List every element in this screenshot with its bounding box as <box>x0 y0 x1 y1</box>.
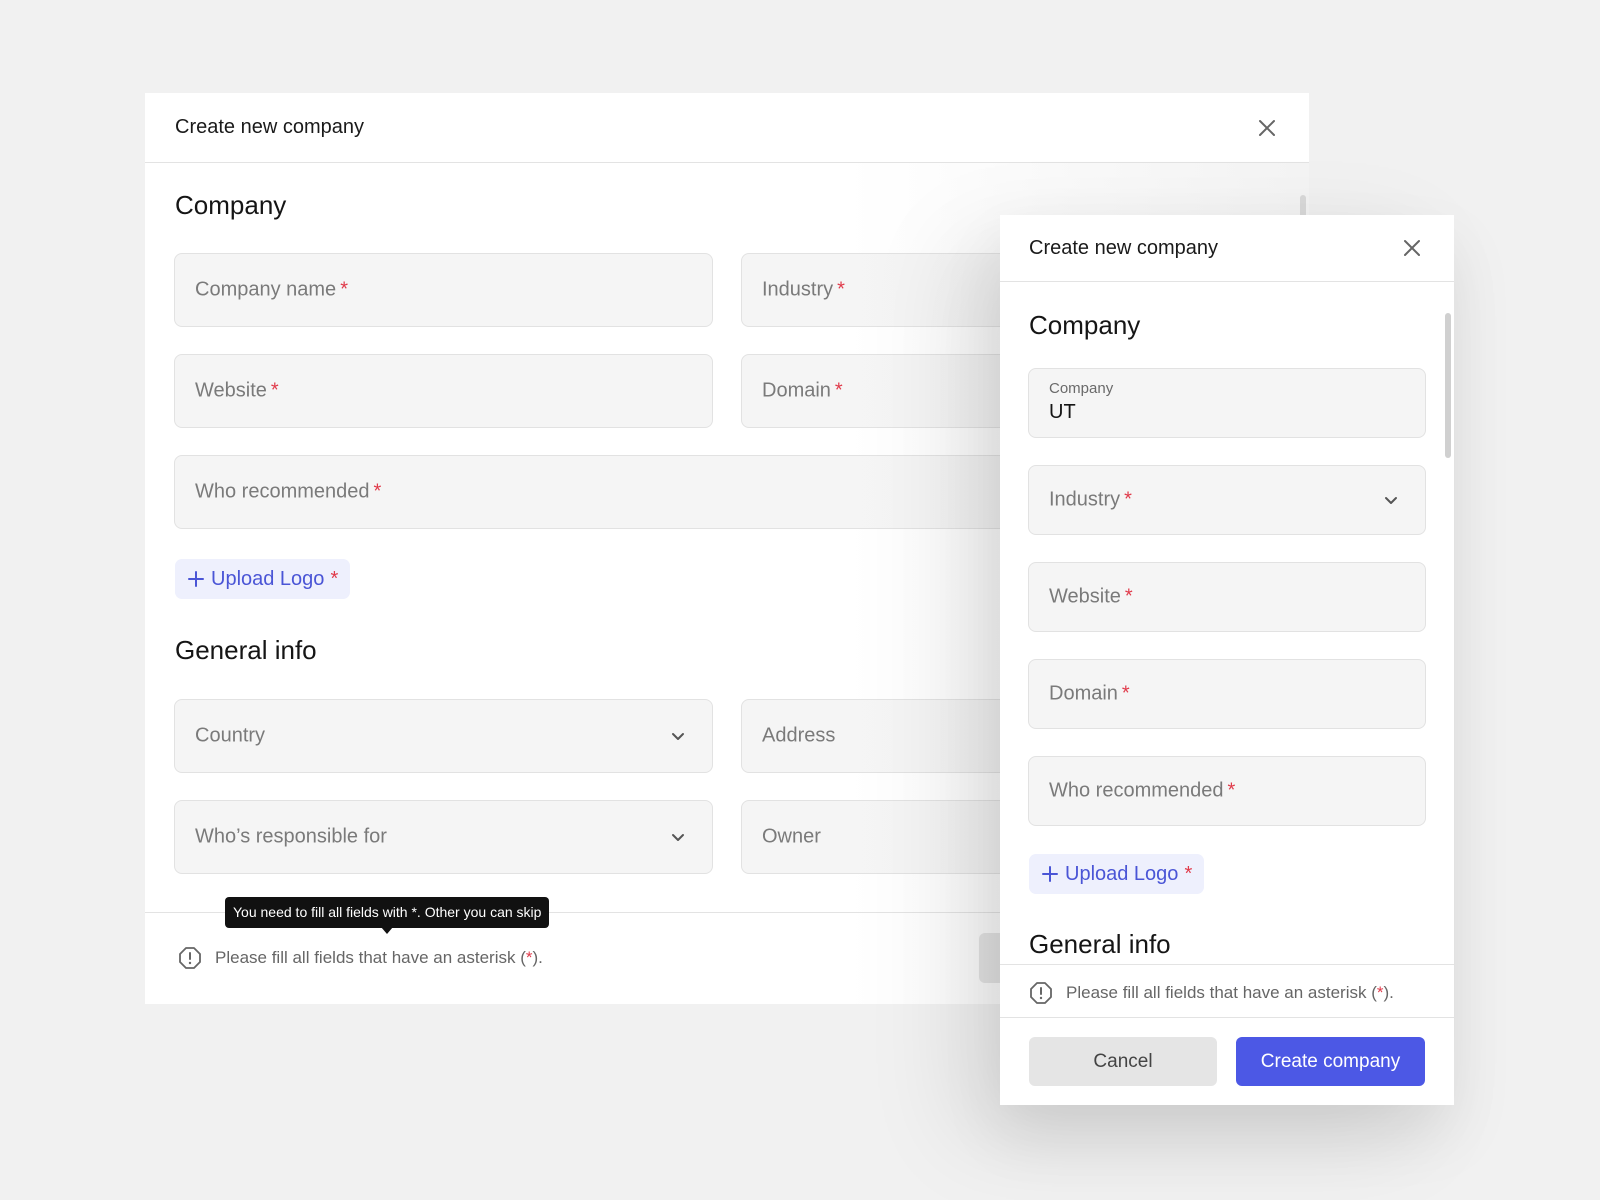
industry-select[interactable]: Industry * <box>1028 465 1426 535</box>
website-placeholder: Website <box>1049 585 1121 608</box>
website-placeholder: Website <box>195 379 267 402</box>
plus-icon <box>187 570 205 588</box>
company-name-placeholder: Company name <box>195 278 337 301</box>
required-asterisk: * <box>1121 682 1130 705</box>
upload-logo-label: Upload Logo <box>1065 862 1179 885</box>
responsible-placeholder: Who’s responsible for <box>195 825 387 848</box>
upload-logo-button[interactable]: Upload Logo * <box>175 559 351 599</box>
address-placeholder: Address <box>762 724 836 747</box>
close-button[interactable] <box>1255 116 1279 140</box>
required-asterisk: * <box>270 379 279 402</box>
footer-divider <box>1000 964 1454 965</box>
required-asterisk: * <box>1124 488 1132 511</box>
domain-input[interactable]: Domain * <box>1028 659 1426 729</box>
create-company-button[interactable]: Create company <box>1236 1037 1425 1086</box>
plus-icon <box>1041 865 1059 883</box>
company-name-input[interactable]: Company UT <box>1028 368 1426 438</box>
cancel-button[interactable]: Cancel <box>1029 1037 1217 1086</box>
who-recommended-placeholder: Who recommended <box>1049 779 1224 802</box>
industry-placeholder: Industry <box>762 278 834 301</box>
section-title-company: Company <box>1029 310 1141 340</box>
country-placeholder: Country <box>195 724 266 747</box>
notice-text: Please fill all fields that have an aste… <box>1066 983 1394 1002</box>
required-fields-notice: Please fill all fields that have an aste… <box>1029 981 1394 1005</box>
domain-placeholder: Domain <box>762 379 831 402</box>
company-field-label: Company <box>1049 380 1114 397</box>
required-asterisk: * <box>1124 585 1133 608</box>
warning-icon <box>1029 981 1053 1005</box>
country-select[interactable]: Country <box>174 699 713 773</box>
notice-text: Please fill all fields that have an aste… <box>215 948 543 967</box>
company-field-value: UT <box>1049 401 1076 423</box>
required-asterisk: * <box>340 278 348 301</box>
chevron-down-icon <box>670 728 686 744</box>
who-recommended-placeholder: Who recommended <box>195 480 370 503</box>
owner-placeholder: Owner <box>762 825 821 848</box>
chevron-down-icon <box>1383 492 1399 508</box>
create-company-modal-compact: Create new company Company Company UT In… <box>1000 215 1454 1105</box>
tooltip-text: You need to fill all fields with *. Othe… <box>233 904 542 920</box>
required-asterisk: * <box>1184 862 1193 885</box>
modal-header: Create new company <box>1000 215 1454 282</box>
upload-logo-label: Upload Logo <box>211 567 325 590</box>
required-asterisk: * <box>373 480 382 503</box>
modal-title: Create new company <box>1029 237 1218 259</box>
required-asterisk: * <box>330 567 339 590</box>
industry-placeholder: Industry <box>1049 488 1121 511</box>
required-fields-notice: Please fill all fields that have an aste… <box>178 946 543 970</box>
warning-icon[interactable] <box>178 946 202 970</box>
section-title-general-info: General info <box>1029 929 1171 959</box>
chevron-down-icon <box>670 829 686 845</box>
website-input[interactable]: Website * <box>174 354 713 428</box>
company-name-input[interactable]: Company name * <box>174 253 713 327</box>
required-asterisk: * <box>1227 779 1236 802</box>
upload-logo-button[interactable]: Upload Logo * <box>1029 854 1205 894</box>
close-icon <box>1404 240 1420 256</box>
scrollbar[interactable] <box>1445 313 1451 458</box>
website-input[interactable]: Website * <box>1028 562 1426 632</box>
tooltip-arrow <box>381 927 394 934</box>
required-asterisk: * <box>834 379 843 402</box>
domain-placeholder: Domain <box>1049 682 1118 705</box>
required-fields-tooltip: You need to fill all fields with *. Othe… <box>225 897 550 934</box>
modal-title: Create new company <box>175 116 364 138</box>
responsible-select[interactable]: Who’s responsible for <box>174 800 713 874</box>
required-asterisk: * <box>837 278 845 301</box>
modal-header: Create new company <box>145 93 1309 163</box>
section-title-company: Company <box>175 190 287 220</box>
who-recommended-input[interactable]: Who recommended * <box>1028 756 1426 826</box>
close-icon <box>1259 120 1275 136</box>
section-title-general-info: General info <box>175 635 317 665</box>
footer-divider <box>1000 1017 1454 1018</box>
close-button[interactable] <box>1400 236 1424 260</box>
